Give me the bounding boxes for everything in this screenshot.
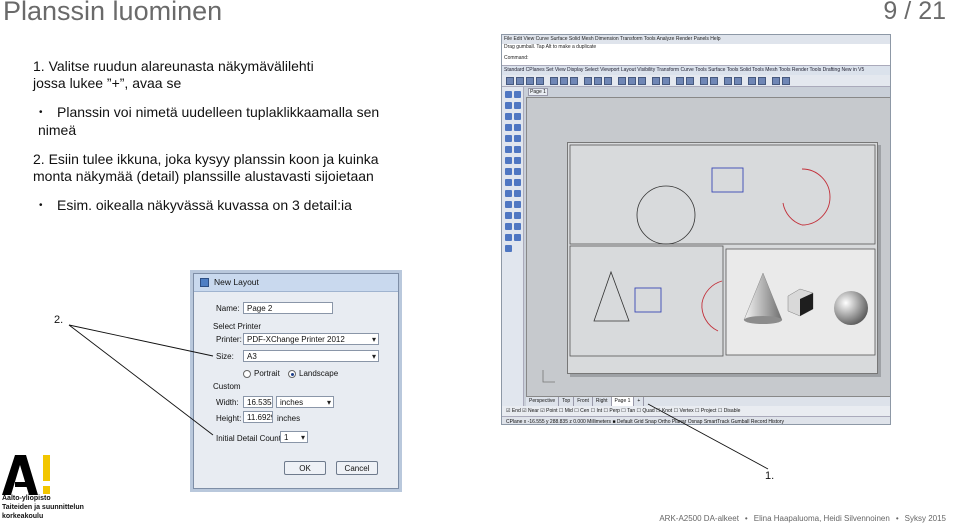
callout-line-detail-count — [68, 324, 214, 436]
aalto-logo — [2, 455, 50, 495]
callout-label-2: 2. — [54, 314, 64, 326]
footer-authors: Elina Haapaluoma, Heidi Silvennoinen — [753, 514, 890, 523]
footer-term: Syksy 2015 — [904, 514, 946, 523]
org-line2: Taiteiden ja suunnittelun — [2, 504, 84, 511]
callout-lines — [68, 324, 769, 470]
footer-course: ARK-A2500 DA-alkeet — [659, 514, 739, 523]
callout-label-1: 1. — [765, 470, 775, 482]
org-line1: Aalto-yliopisto — [2, 495, 51, 502]
org-line3: korkeakoulu — [2, 513, 44, 520]
callout-line-add-tab — [647, 403, 769, 470]
footer-text: ARK-A2500 DA-alkeet • Elina Haapaluoma, He… — [659, 514, 946, 523]
callout-line-size — [68, 324, 214, 357]
